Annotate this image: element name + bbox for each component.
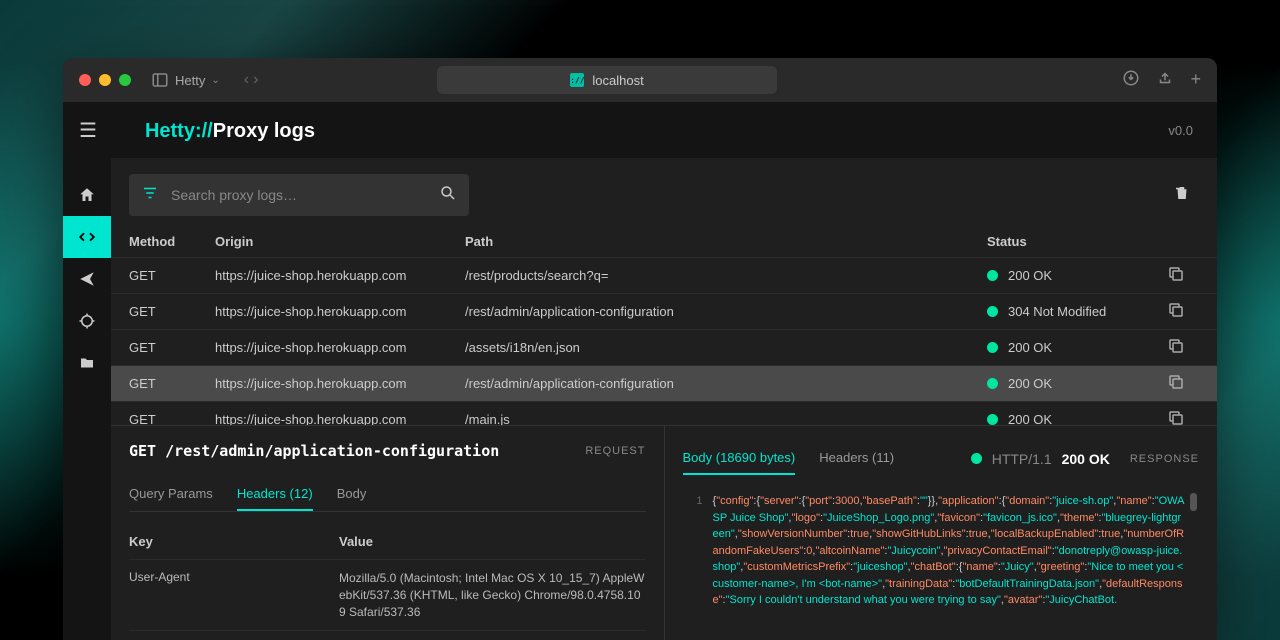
share-icon[interactable]: [1156, 69, 1174, 92]
copy-icon[interactable]: [1167, 343, 1185, 358]
response-status: HTTP/1.1 200 OK: [971, 451, 1110, 467]
line-number: 1: [683, 493, 713, 640]
content: Method Origin Path Status GEThttps://jui…: [111, 158, 1217, 640]
sidebar-toggle-icon: [151, 71, 169, 89]
table-row[interactable]: GEThttps://juice-shop.herokuapp.com/rest…: [111, 257, 1217, 293]
new-tab-button[interactable]: +: [1190, 69, 1201, 92]
status-dot-icon: [987, 378, 998, 389]
copy-icon[interactable]: [1167, 271, 1185, 286]
response-label: RESPONSE: [1130, 453, 1199, 465]
url-bar[interactable]: :// localhost: [437, 66, 777, 94]
tab-group[interactable]: Hetty ⌄: [151, 71, 220, 89]
url-host: localhost: [592, 73, 643, 88]
filter-icon[interactable]: [141, 184, 159, 207]
logs-table: Method Origin Path Status GEThttps://jui…: [111, 226, 1217, 425]
sidebar-item-projects[interactable]: [63, 342, 111, 384]
table-row[interactable]: GEThttps://juice-shop.herokuapp.com/rest…: [111, 365, 1217, 401]
tab-response-body[interactable]: Body (18690 bytes): [683, 442, 796, 475]
status-dot-icon: [971, 453, 982, 464]
json-content: {"config":{"server":{"port":3000,"basePa…: [713, 493, 1200, 640]
status-dot-icon: [987, 306, 998, 317]
col-method: Method: [129, 234, 215, 249]
app-header: ☰ Hetty://Proxy logs v0.0: [63, 102, 1217, 158]
tab-response-headers[interactable]: Headers (11): [819, 442, 894, 475]
search-icon[interactable]: [439, 184, 457, 207]
back-button[interactable]: ‹: [244, 71, 249, 89]
table-row[interactable]: GEThttps://juice-shop.herokuapp.com/rest…: [111, 293, 1217, 329]
minimize-window-button[interactable]: [99, 74, 111, 86]
response-panel: Body (18690 bytes) Headers (11) HTTP/1.1…: [665, 426, 1218, 640]
col-origin: Origin: [215, 234, 465, 249]
menu-icon[interactable]: ☰: [79, 118, 97, 143]
header-row: Refererhttps://juice-shop.herokuapp.com/: [129, 630, 646, 640]
chevron-down-icon: ⌄: [211, 75, 219, 86]
tab-query-params[interactable]: Query Params: [129, 478, 213, 511]
sidebar-item-home[interactable]: [63, 174, 111, 216]
response-body-viewer[interactable]: 1 {"config":{"server":{"port":3000,"base…: [683, 493, 1200, 640]
clear-logs-button[interactable]: [1173, 184, 1199, 207]
forward-button[interactable]: ›: [253, 71, 258, 89]
maximize-window-button[interactable]: [119, 74, 131, 86]
col-path: Path: [465, 234, 987, 249]
sidebar: [63, 158, 111, 640]
status-dot-icon: [987, 342, 998, 353]
search-box: [129, 174, 469, 216]
table-row[interactable]: GEThttps://juice-shop.herokuapp.com/main…: [111, 401, 1217, 425]
tab-headers[interactable]: Headers (12): [237, 478, 313, 511]
search-input[interactable]: [171, 187, 427, 203]
request-title: GET /rest/admin/application-configuratio…: [129, 442, 499, 460]
request-panel: GET /rest/admin/application-configuratio…: [111, 426, 665, 640]
titlebar: Hetty ⌄ ‹ › :// localhost +: [63, 58, 1217, 102]
tab-body[interactable]: Body: [337, 478, 367, 511]
downloads-icon[interactable]: [1122, 69, 1140, 92]
tab-label: Hetty: [175, 73, 205, 88]
table-header: Method Origin Path Status: [111, 226, 1217, 257]
site-icon: ://: [570, 73, 584, 87]
sidebar-item-sender[interactable]: [63, 258, 111, 300]
sidebar-item-scope[interactable]: [63, 300, 111, 342]
status-dot-icon: [987, 414, 998, 425]
header-row: User-AgentMozilla/5.0 (Macintosh; Intel …: [129, 559, 646, 630]
scrollbar-thumb[interactable]: [1190, 493, 1197, 511]
version-label: v0.0: [1168, 123, 1193, 138]
kv-key-header: Key: [129, 534, 339, 549]
kv-value-header: Value: [339, 534, 646, 549]
request-label: REQUEST: [585, 445, 645, 457]
copy-icon[interactable]: [1167, 307, 1185, 322]
browser-window: Hetty ⌄ ‹ › :// localhost + ☰ Hetty://Pr…: [63, 58, 1217, 640]
traffic-lights: [79, 74, 131, 86]
copy-icon[interactable]: [1167, 415, 1185, 425]
col-status: Status: [987, 234, 1167, 249]
sidebar-item-proxy[interactable]: [63, 216, 111, 258]
copy-icon[interactable]: [1167, 379, 1185, 394]
page-title: Hetty://Proxy logs: [145, 118, 315, 143]
table-row[interactable]: GEThttps://juice-shop.herokuapp.com/asse…: [111, 329, 1217, 365]
status-dot-icon: [987, 270, 998, 281]
detail-panel: GET /rest/admin/application-configuratio…: [111, 425, 1217, 640]
close-window-button[interactable]: [79, 74, 91, 86]
